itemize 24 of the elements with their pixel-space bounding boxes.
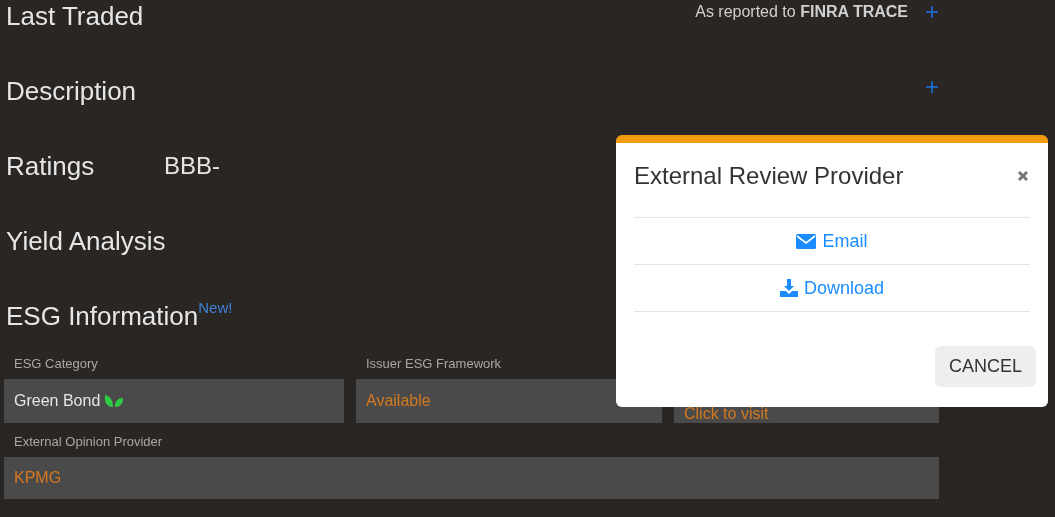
- field-label: ESG Category: [14, 354, 98, 373]
- section-title: ESG Information: [6, 300, 199, 332]
- envelope-icon: [796, 233, 817, 249]
- trade-source-note: As reported to FINRA TRACE: [695, 2, 908, 22]
- new-label: New!: [198, 300, 233, 316]
- field-link[interactable]: KPMG: [14, 466, 62, 490]
- download-icon: [779, 279, 798, 297]
- cancel-button[interactable]: CANCEL: [934, 346, 1036, 387]
- email-link[interactable]: Email: [796, 227, 868, 255]
- close-icon[interactable]: [1017, 170, 1029, 182]
- plus-icon[interactable]: [926, 6, 938, 18]
- field-label: Issuer ESG Framework: [366, 354, 502, 373]
- field-link[interactable]: Available: [366, 392, 431, 410]
- section-title: Ratings: [6, 150, 96, 182]
- section-title: Last Traded: [6, 0, 144, 32]
- rating-value: BBB-: [164, 151, 220, 181]
- field-label: External Opinion Provider: [14, 432, 163, 451]
- section-title: Yield Analysis: [6, 225, 166, 257]
- section-title: Description: [6, 75, 137, 107]
- field-link[interactable]: Click to visit: [684, 406, 769, 422]
- dialog-title: External Review Provider: [634, 161, 904, 191]
- plus-icon[interactable]: [926, 81, 938, 93]
- download-link[interactable]: Download: [779, 274, 885, 302]
- field-value: Green Bond: [14, 392, 101, 410]
